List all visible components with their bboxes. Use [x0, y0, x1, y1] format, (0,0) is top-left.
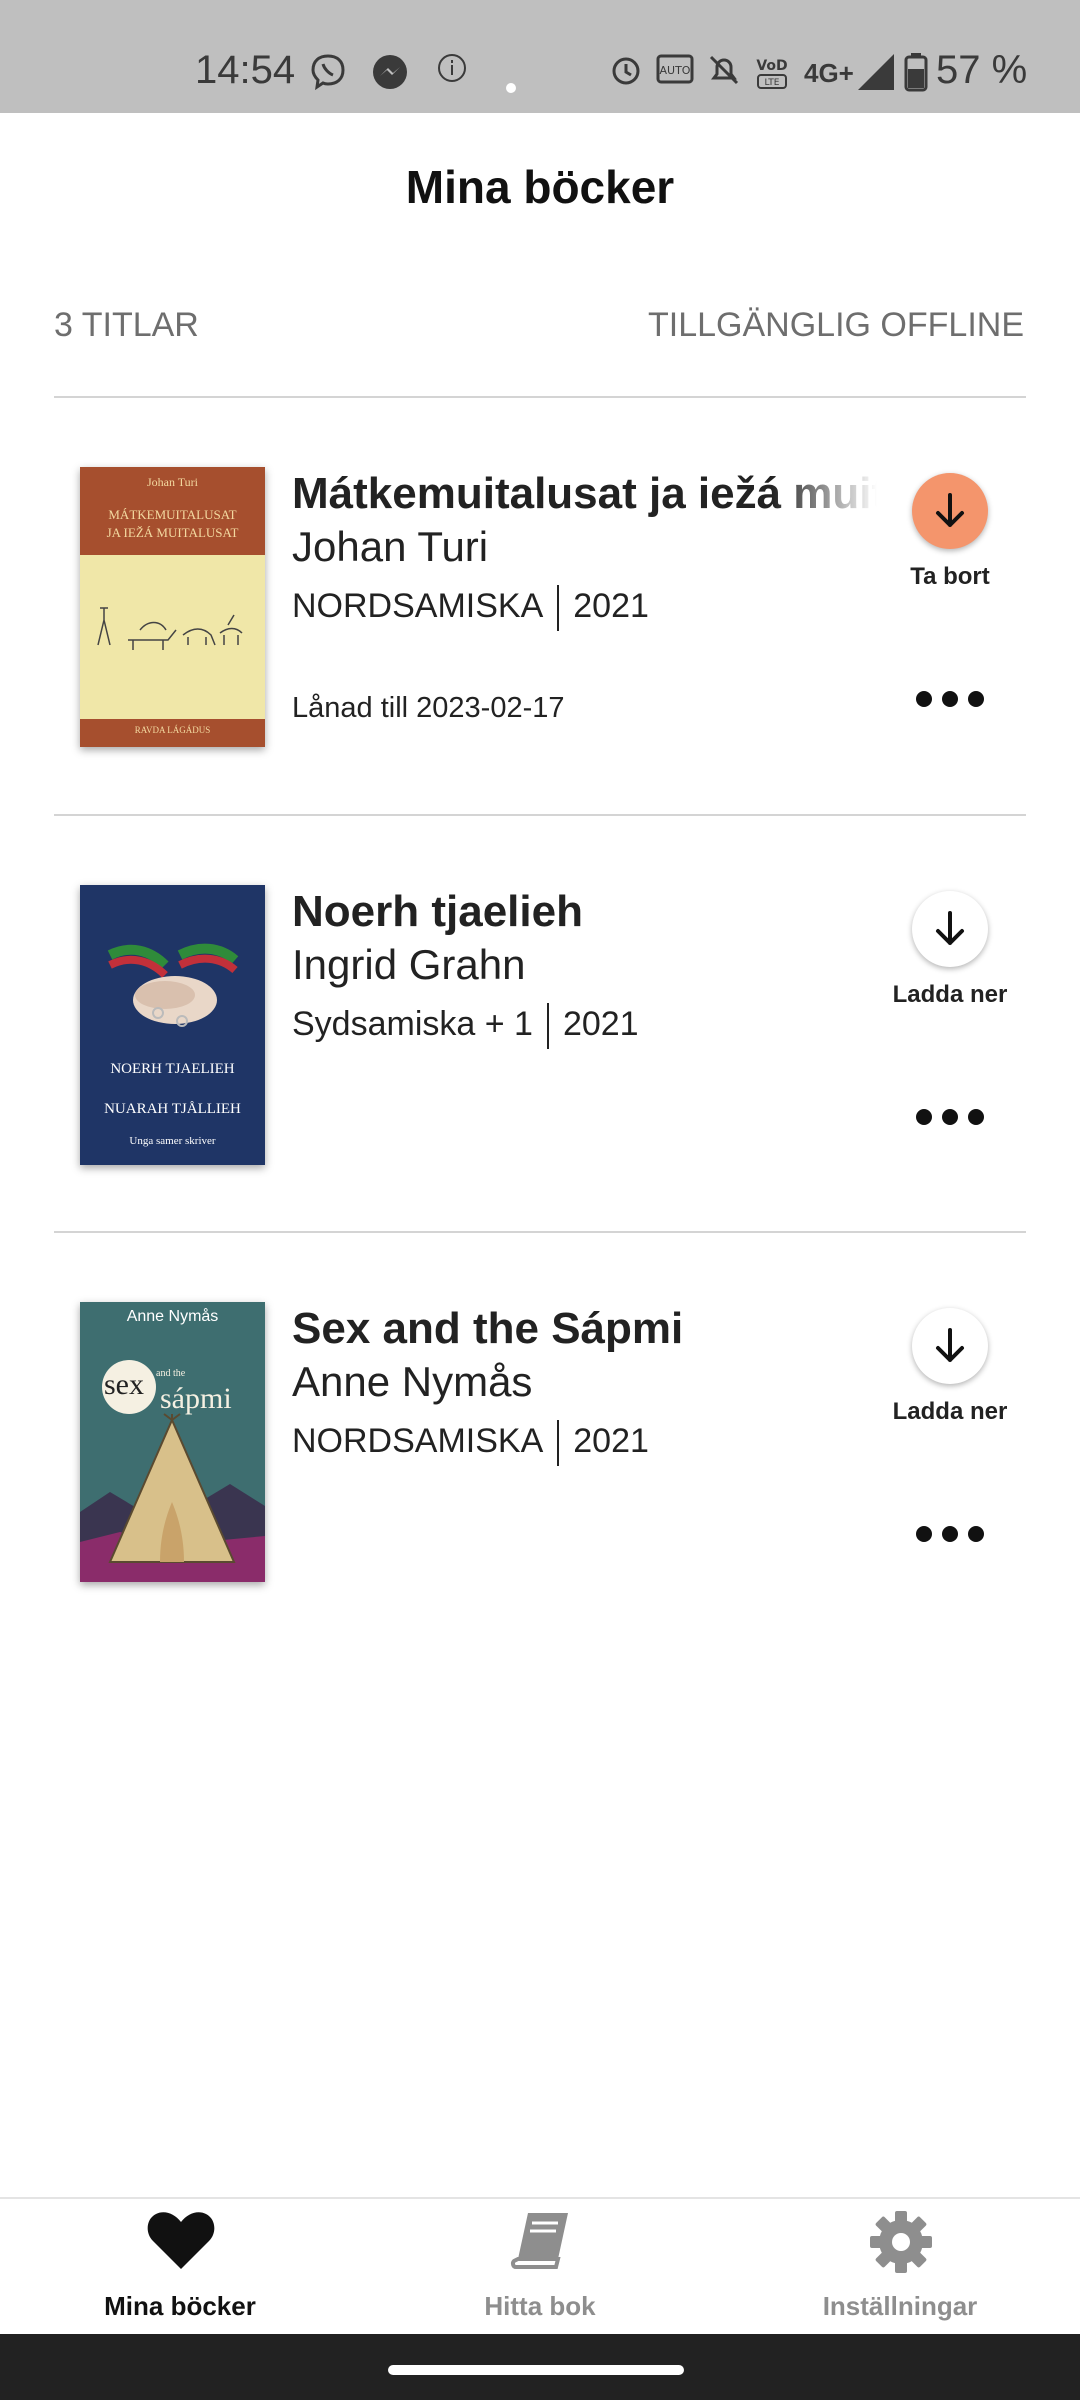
arrow-down-icon	[936, 911, 964, 945]
network-type: 4G+	[804, 58, 854, 88]
remove-download-button[interactable]	[912, 473, 988, 549]
nav-item-my-books[interactable]: Mina böcker	[0, 2199, 360, 2335]
viber-icon	[308, 52, 348, 98]
svg-text:LTE: LTE	[765, 78, 780, 88]
messenger-icon	[370, 52, 410, 98]
more-horizontal-icon	[916, 1526, 984, 1542]
page-title: Mina böcker	[405, 161, 675, 213]
nav-label: Mina böcker	[104, 2291, 256, 2321]
auto-nr-icon: AUTO	[656, 52, 696, 94]
clock: 14:54	[195, 48, 296, 92]
offline-filter[interactable]: TILLGÄNGLIG OFFLINE	[648, 306, 1024, 345]
book-meta: Sydsamiska + 1 2021	[292, 1003, 639, 1049]
info-icon	[436, 52, 468, 90]
divider	[54, 396, 1026, 398]
book-year: 2021	[562, 1004, 639, 1043]
bottom-nav: Mina böcker Hitta bok Inställningar	[0, 2197, 1080, 2335]
book-language: NORDSAMISKA	[292, 586, 544, 625]
book-icon	[510, 2213, 568, 2269]
book-row[interactable]: Anne Nymås sex and the sápmi Sex and the…	[0, 1302, 1080, 1702]
meta-separator	[546, 1003, 549, 1049]
book-meta: NORDSAMISKA 2021	[292, 585, 649, 631]
dot-icon	[505, 66, 517, 100]
arrow-down-icon	[936, 1328, 964, 1362]
nav-item-find-book[interactable]: Hitta bok	[360, 2199, 720, 2335]
book-cover[interactable]: Johan Turi MÁTKEMUITALUSAT JA IEŽÁ MUITA…	[80, 467, 265, 747]
system-nav-bar	[0, 2334, 1080, 2400]
signal-icon	[856, 52, 896, 98]
svg-text:VoD: VoD	[756, 58, 787, 74]
book-year: 2021	[573, 586, 649, 625]
battery-icon	[904, 52, 928, 98]
nav-label: Inställningar	[822, 2291, 978, 2321]
book-author: Anne Nymås	[292, 1358, 533, 1405]
meta-separator	[557, 585, 560, 631]
svg-text:AUTO: AUTO	[660, 64, 691, 77]
gear-icon	[870, 2211, 932, 2273]
alarm-icon	[608, 52, 644, 94]
more-horizontal-icon	[916, 1109, 984, 1125]
book-title[interactable]: Sex and the Sápmi	[292, 1304, 877, 1354]
book-cover[interactable]: NOERH TJAELIEH NUARAH TJÅLLIEH Unga same…	[80, 885, 265, 1165]
more-options-button[interactable]	[910, 1097, 990, 1137]
book-row[interactable]: NOERH TJAELIEH NUARAH TJÅLLIEH Unga same…	[0, 885, 1080, 1285]
loan-date: Lånad till 2023-02-17	[292, 692, 565, 724]
download-button[interactable]	[912, 891, 988, 967]
volte-icon: VoD LTE	[754, 52, 794, 98]
title-count: 3 TITLAR	[54, 306, 199, 344]
download-button[interactable]	[912, 1308, 988, 1384]
arrow-down-icon	[936, 493, 964, 527]
nav-item-settings[interactable]: Inställningar	[720, 2199, 1080, 2335]
status-bar: 14:54 AUTO VoD LTE 4G+ 57 %	[0, 0, 1080, 113]
book-title[interactable]: Mátkemuitalusat ja iežá muitalusat	[292, 469, 877, 519]
download-label: Ladda ner	[892, 981, 1008, 1008]
more-options-button[interactable]	[910, 1514, 990, 1554]
mute-icon	[706, 52, 742, 94]
book-meta: NORDSAMISKA 2021	[292, 1420, 649, 1466]
book-row[interactable]: Johan Turi MÁTKEMUITALUSAT JA IEŽÁ MUITA…	[0, 467, 1080, 867]
divider	[54, 814, 1026, 816]
meta-separator	[557, 1420, 560, 1466]
battery-percent: 57 %	[936, 48, 1028, 92]
heart-icon	[147, 2212, 215, 2269]
home-indicator[interactable]	[388, 2365, 684, 2375]
nav-label: Hitta bok	[484, 2291, 596, 2321]
book-language: NORDSAMISKA	[292, 1421, 544, 1460]
book-language: Sydsamiska + 1	[292, 1004, 533, 1043]
divider	[54, 1231, 1026, 1233]
book-author: Johan Turi	[292, 523, 489, 570]
book-author: Ingrid Grahn	[292, 941, 526, 988]
more-options-button[interactable]	[910, 679, 990, 719]
download-label: Ladda ner	[892, 1398, 1008, 1425]
more-horizontal-icon	[916, 691, 984, 707]
book-cover[interactable]: Anne Nymås sex and the sápmi	[80, 1302, 265, 1582]
download-label: Ta bort	[910, 563, 990, 590]
book-year: 2021	[573, 1421, 649, 1460]
book-title[interactable]: Noerh tjaelieh	[292, 887, 877, 937]
